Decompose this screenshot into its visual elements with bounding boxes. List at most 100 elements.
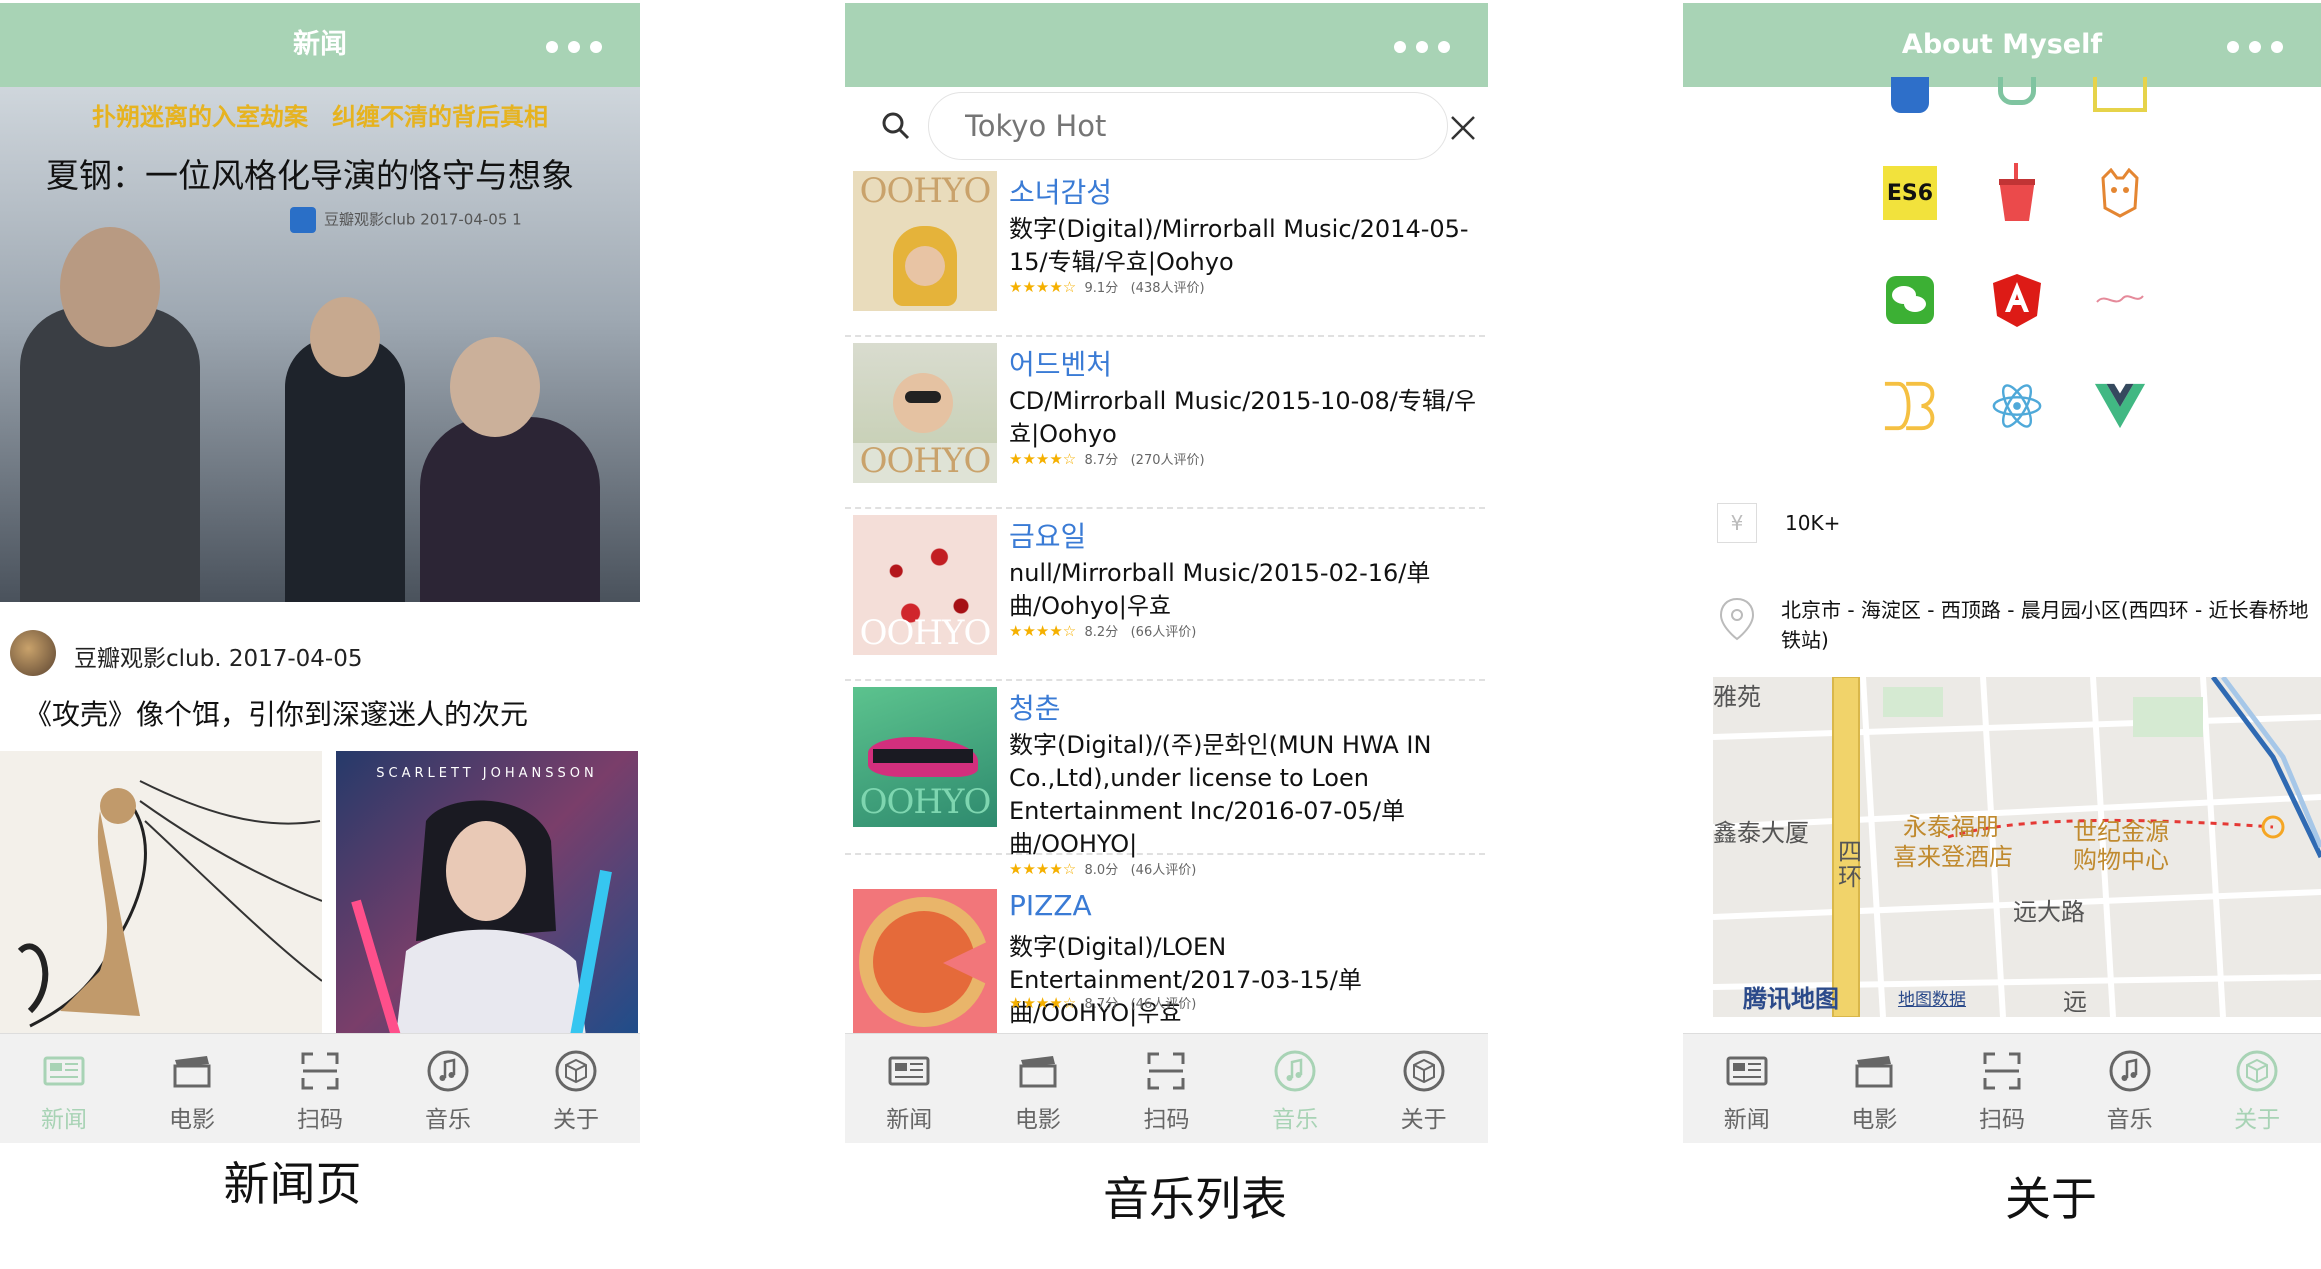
post-image-right[interactable]: SCARLETT JOHANSSON <box>336 751 638 1036</box>
scan-icon <box>301 1052 339 1090</box>
search-icon[interactable] <box>881 111 911 141</box>
tab-about[interactable]: 关于 <box>1359 1034 1488 1143</box>
tab-news[interactable]: 新闻 <box>1683 1034 1811 1143</box>
tab-movie[interactable]: 电影 <box>974 1034 1103 1143</box>
nodejs-icon <box>1990 77 2044 113</box>
post-title[interactable]: 《攻壳》像个饵，引你到深邃迷人的次元 <box>24 693 528 733</box>
song-info: CD/Mirrorball Music/2015-10-08/专辑/우효|Ooh… <box>1009 387 1477 448</box>
tab-scan[interactable]: 扫码 <box>1938 1034 2066 1143</box>
song-info: 数字(Digital)/(주)문화인(MUN HWA IN Co.,Ltd),u… <box>1009 731 1432 858</box>
song-title: 어드벤처 <box>1009 348 1113 381</box>
album-cover: OOHYO <box>853 687 997 827</box>
song-info: 数字(Digital)/Mirrorball Music/2014-05-15/… <box>1009 215 1469 276</box>
hero-tagline: 扑朔迷离的入室劫案 纠缠不清的背后真相 <box>92 102 548 131</box>
scan-icon <box>1983 1052 2021 1090</box>
tab-about[interactable]: 关于 <box>512 1034 640 1143</box>
nav-bar: About Myself <box>1683 3 2321 87</box>
tab-movie[interactable]: 电影 <box>1811 1034 1939 1143</box>
angular-icon <box>1990 273 2044 327</box>
address-row: 北京市 - 海淀区 - 西顶路 - 晨月园小区(西四环 - 近长春桥地铁站) <box>1717 595 2317 655</box>
location-map[interactable]: 雅苑 鑫泰大厦 永泰福朋 喜来登酒店 世纪金源 购物中心 远大路 四 环 远 腾… <box>1713 677 2321 1017</box>
song-info: 数字(Digital)/LOEN Entertainment/2017-03-1… <box>1009 933 1362 1027</box>
song-title: 소녀감성 <box>1009 176 1113 209</box>
song-title: 청춘 <box>1009 692 1061 725</box>
song-list-item[interactable]: PIZZA 数字(Digital)/LOEN Entertainment/201… <box>845 883 1485 1037</box>
nav-bar <box>845 3 1488 87</box>
tab-news[interactable]: 新闻 <box>845 1034 974 1143</box>
album-cover <box>853 889 997 1037</box>
screen-caption-news: 新闻页 <box>223 1157 362 1211</box>
clapperboard-icon <box>1019 1056 1057 1088</box>
newspaper-icon <box>43 1056 85 1086</box>
album-cover: OOHYO <box>853 171 997 311</box>
song-list-item[interactable]: OOHYO 어드벤처 CD/Mirrorball Music/2015-10-0… <box>845 337 1485 509</box>
screen-caption-about: 关于 <box>2005 1172 2097 1226</box>
song-rating: ★★★★☆ 9.1分 (438人评价) <box>1009 278 1205 296</box>
song-rating: ★★★★☆ 8.7分 (46人评价) <box>1009 994 1197 1012</box>
search-bar <box>845 87 1485 165</box>
map-data-link[interactable]: 地图数据 <box>1898 985 1966 1010</box>
sass-logo-icon <box>2093 273 2147 327</box>
nav-title <box>845 3 1488 87</box>
more-menu-button[interactable] <box>546 41 602 53</box>
song-list-item[interactable]: OOHYO 소녀감성 数字(Digital)/Mirrorball Music/… <box>845 165 1485 337</box>
hero-source: 豆瓣观影club 2017-04-05 1 <box>290 207 522 233</box>
tab-music[interactable]: 音乐 <box>1231 1034 1360 1143</box>
screen-caption-music: 音乐列表 <box>1103 1172 1287 1226</box>
tab-bar: 新闻 电影 扫码 音乐 关于 <box>845 1033 1488 1143</box>
location-pin-icon <box>1719 597 1755 641</box>
es6-icon: ES6 <box>1883 166 1937 220</box>
song-rating: ★★★★☆ 8.7分 (270人评价) <box>1009 450 1205 468</box>
vue-icon <box>2093 379 2147 433</box>
tab-news[interactable]: 新闻 <box>0 1034 128 1143</box>
music-screen: OOHYO 소녀감성 数字(Digital)/Mirrorball Music/… <box>845 3 1488 1143</box>
cube-icon <box>1403 1050 1445 1092</box>
nav-bar: 新闻 <box>0 3 640 87</box>
newspaper-icon <box>1726 1056 1768 1086</box>
post-author-row[interactable]: 豆瓣观影club. 2017-04-05 <box>0 615 640 691</box>
more-menu-button[interactable] <box>2227 41 2283 53</box>
d3-icon <box>1883 379 1937 433</box>
star-rating-icon: ★★★★☆ <box>1009 994 1077 1012</box>
cube-icon <box>555 1050 597 1092</box>
song-title: PIZZA <box>1009 889 1092 922</box>
more-menu-button[interactable] <box>1394 41 1450 53</box>
clapperboard-icon <box>173 1056 211 1088</box>
search-input[interactable] <box>928 92 1448 160</box>
news-hero-banner[interactable]: 扑朔迷离的入室劫案 纠缠不清的背后真相 夏钢：一位风格化导演的恪守与想象 豆瓣观… <box>0 87 640 602</box>
tab-bar: 新闻 电影 扫码 音乐 关于 <box>1683 1033 2321 1143</box>
music-note-icon <box>2109 1050 2151 1092</box>
clapperboard-icon <box>1855 1056 1893 1088</box>
hero-headline: 夏钢：一位风格化导演的恪守与想象 <box>46 156 574 195</box>
star-rating-icon: ★★★★☆ <box>1009 450 1077 468</box>
nav-title: 新闻 <box>293 29 347 60</box>
post-meta: 豆瓣观影club. 2017-04-05 <box>74 646 363 672</box>
salary-row: ¥ 10K+ <box>1717 503 1840 543</box>
tab-music[interactable]: 音乐 <box>384 1034 512 1143</box>
douban-logo-icon <box>290 207 316 233</box>
news-screen: 新闻 扑朔迷离的入室劫案 纠缠不清的背后真相 夏钢：一位风格化导演的恪守与想象 … <box>0 3 640 1143</box>
song-rating: ★★★★☆ 8.2分 (66人评价) <box>1009 622 1197 640</box>
nav-title: About Myself <box>1901 29 2103 60</box>
song-list-item[interactable]: OOHYO 금요일 null/Mirrorball Music/2015-02-… <box>845 509 1485 681</box>
song-rating: ★★★★☆ 8.0分 (46人评价) <box>1009 860 1197 878</box>
tab-scan[interactable]: 扫码 <box>256 1034 384 1143</box>
map-brand: 腾讯地图 <box>1743 985 1839 1013</box>
about-screen: About Myself ES6 ¥ 10K+ 北京市 - 海淀区 - 西顶路 … <box>1683 3 2321 1143</box>
tab-movie[interactable]: 电影 <box>128 1034 256 1143</box>
tab-about[interactable]: 关于 <box>2193 1034 2321 1143</box>
tab-scan[interactable]: 扫码 <box>1102 1034 1231 1143</box>
avatar <box>10 630 56 676</box>
newspaper-icon <box>888 1056 930 1086</box>
tab-music[interactable]: 音乐 <box>2066 1034 2194 1143</box>
wechat-icon <box>1883 273 1937 327</box>
song-info: null/Mirrorball Music/2015-02-16/单曲/Oohy… <box>1009 559 1431 620</box>
react-icon <box>1990 379 2044 433</box>
post-image-left[interactable] <box>0 751 322 1036</box>
music-note-icon <box>1274 1050 1316 1092</box>
star-rating-icon: ★★★★☆ <box>1009 860 1077 878</box>
song-list-item[interactable]: OOHYO 청춘 数字(Digital)/(주)문화인(MUN HWA IN C… <box>845 681 1485 878</box>
close-icon[interactable] <box>1450 115 1476 141</box>
song-title: 금요일 <box>1009 520 1087 553</box>
scan-icon <box>1147 1052 1185 1090</box>
